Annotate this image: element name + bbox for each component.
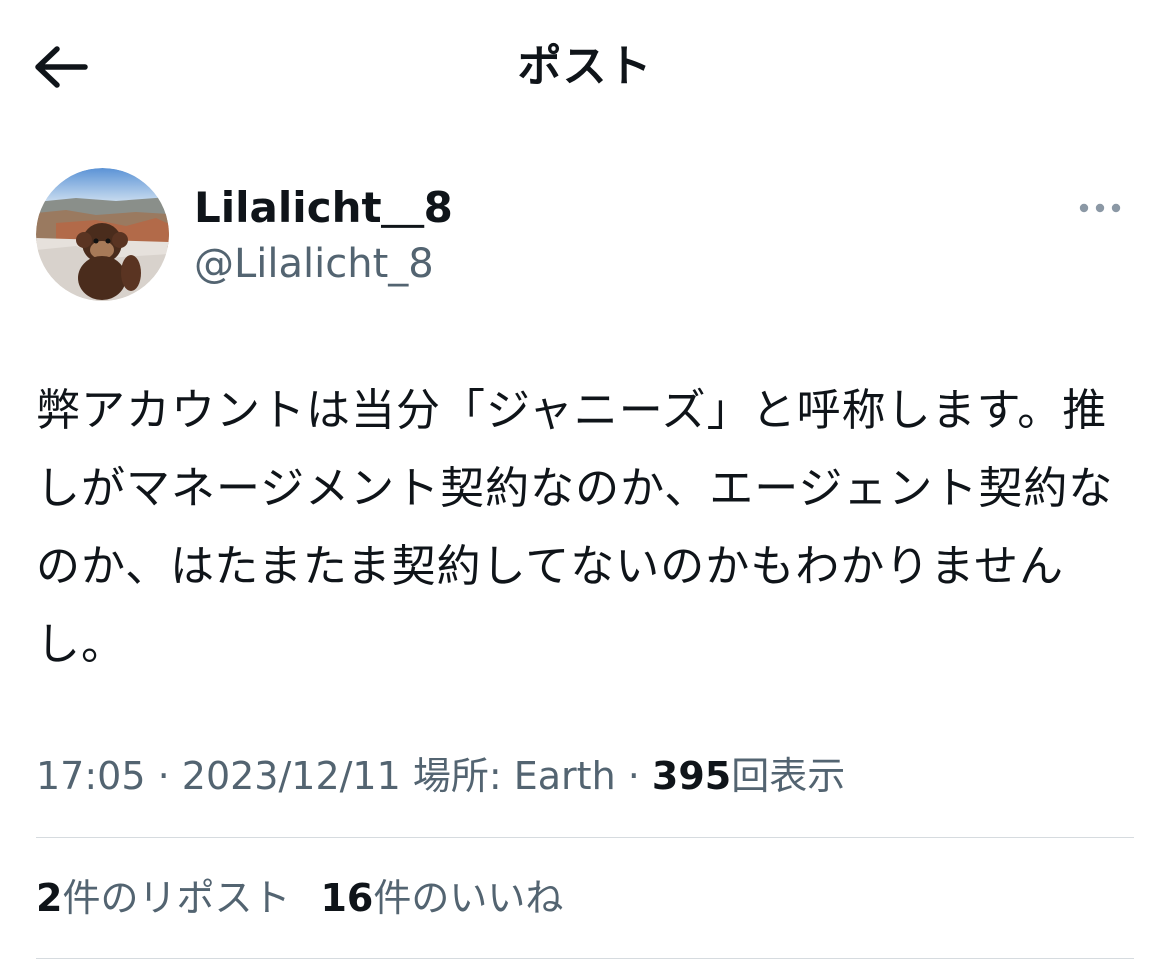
more-horizontal-icon: [1078, 199, 1122, 218]
post-text: 弊アカウントは当分「ジャニーズ」と呼称します。推しがマネージメント契約なのか、エ…: [36, 385, 1114, 670]
avatar[interactable]: [36, 168, 169, 301]
user-handle[interactable]: @Lilalicht_8: [194, 238, 434, 290]
more-options-button[interactable]: [1070, 188, 1130, 228]
meta-separator: ·: [615, 754, 652, 798]
likes-label: 件のいいね: [373, 876, 564, 920]
reposts-stat[interactable]: 2件のリポスト: [36, 870, 290, 926]
engagement-stats: 2件のリポスト 16件のいいね: [36, 870, 1136, 926]
post-location: 場所: Earth: [400, 754, 616, 798]
post-author: Lilalicht＿8 @Lilalicht_8: [36, 168, 1136, 303]
page-title: ポスト: [517, 41, 653, 92]
views-label: 回表示: [731, 754, 846, 798]
divider: [36, 958, 1134, 959]
views-count: 395: [651, 754, 732, 798]
meta-separator: ·: [145, 754, 182, 798]
likes-count: 16: [320, 876, 374, 920]
likes-stat[interactable]: 16件のいいね: [320, 870, 563, 926]
post-date[interactable]: 2023/12/11: [182, 754, 401, 798]
post-metadata: 17:05 · 2023/12/11 場所: Earth · 395回表示: [36, 748, 1136, 804]
display-name[interactable]: Lilalicht＿8: [194, 182, 453, 234]
reposts-count: 2: [36, 876, 63, 920]
post-time[interactable]: 17:05: [36, 754, 146, 798]
divider: [36, 837, 1134, 838]
top-bar: ポスト: [0, 0, 1170, 135]
avatar-image: [36, 168, 169, 301]
reposts-label: 件のリポスト: [62, 876, 291, 920]
